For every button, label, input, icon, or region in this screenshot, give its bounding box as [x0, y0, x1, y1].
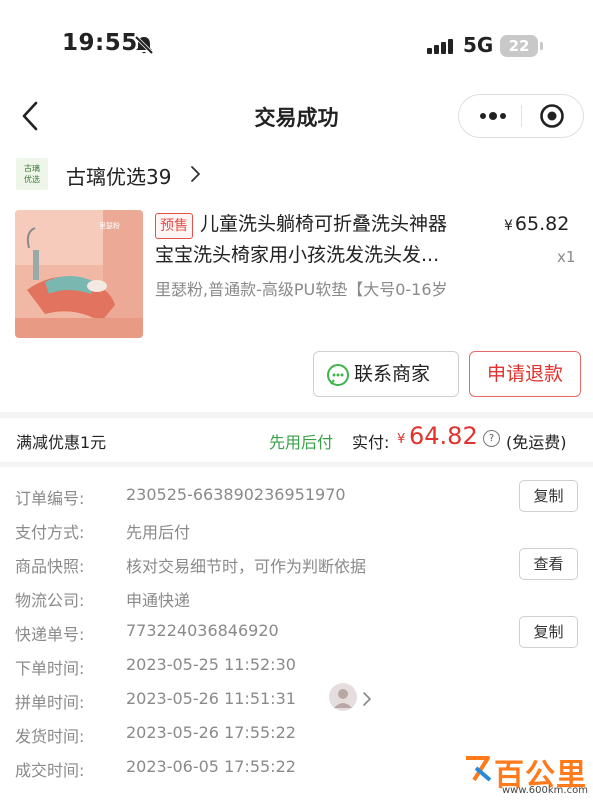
detail-label: 成交时间: [15, 761, 85, 780]
paid-currency: ¥ [397, 432, 406, 447]
detail-label: 物流公司: [15, 591, 85, 610]
back-arrow-icon[interactable] [18, 98, 44, 134]
tracking-number: 773224036846920 [126, 621, 279, 640]
group-time: 2023-05-26 11:51:31 [126, 689, 296, 708]
order-number: 230525-663890236951970 [126, 485, 346, 504]
contact-seller-label: 联系商家 [354, 363, 431, 385]
shipping-note: (免运费) [506, 433, 567, 452]
more-dots-icon[interactable] [473, 101, 515, 131]
product-title-line2[interactable]: 宝宝洗头椅家用小孩洗发洗头发... [155, 241, 439, 270]
logistics-company: 申通快递 [126, 591, 191, 610]
snapshot-note: 核对交易细节时，可作为判断依据 [126, 557, 367, 576]
shop-logo-line2: 优选 [24, 175, 40, 184]
detail-label: 支付方式: [15, 523, 85, 542]
detail-row-order-no: 订单编号: 230525-663890236951970 复制 [0, 479, 593, 513]
detail-label: 快递单号: [15, 625, 85, 644]
nav-bar: 交易成功 [0, 92, 593, 142]
product-title-line1[interactable]: 儿童洗头躺椅可折叠洗头神器 [200, 210, 447, 239]
contact-seller-button[interactable]: 联系商家 [313, 351, 459, 397]
detail-label: 发货时间: [15, 727, 85, 746]
shop-name: 古璃优选39 [66, 165, 172, 189]
detail-row-logistics: 物流公司: 申通快递 [0, 581, 593, 615]
group-member-avatar[interactable] [329, 683, 357, 711]
order-time: 2023-05-25 11:52:30 [126, 655, 296, 674]
deal-time: 2023-06-05 17:55:22 [126, 757, 296, 776]
wechat-chat-icon [327, 364, 349, 386]
product-price: ¥65.82 [504, 213, 569, 235]
product-card: 古璃 优选 古璃优选39 里瑟粉 预售 儿童洗头躺椅可折叠洗头神器 宝宝洗头椅家… [0, 142, 593, 412]
shop-link[interactable]: 古璃 优选 古璃优选39 [16, 158, 316, 190]
close-target-icon[interactable] [535, 101, 569, 131]
presale-badge: 预售 [155, 213, 193, 239]
detail-row-tracking: 快递单号: 773224036846920 复制 [0, 615, 593, 649]
detail-row-pay-method: 支付方式: 先用后付 [0, 513, 593, 547]
price-currency: ¥ [504, 218, 513, 234]
network-type: 5G [463, 33, 494, 57]
paid-label: 实付: [352, 433, 390, 452]
product-spec: 里瑟粉,普通款-高级PU软垫【大号0-16岁 [155, 280, 448, 299]
detail-row-group-time: 拼单时间: 2023-05-26 11:51:31 [0, 683, 593, 717]
detail-label: 订单编号: [15, 489, 85, 508]
watermark-mark-icon [466, 756, 492, 782]
ship-time: 2023-05-26 17:55:22 [126, 723, 296, 742]
request-refund-button[interactable]: 申请退款 [469, 351, 581, 397]
product-image-label: 里瑟粉 [99, 221, 120, 230]
detail-row-order-time: 下单时间: 2023-05-25 11:52:30 [0, 649, 593, 683]
shop-logo-line1: 古璃 [24, 164, 40, 173]
pay-later-label: 先用后付 [269, 433, 334, 452]
discount-text: 满减优惠1元 [16, 433, 107, 452]
detail-row-snapshot: 商品快照: 核对交易细节时，可作为判断依据 查看 [0, 547, 593, 581]
payment-method: 先用后付 [126, 523, 191, 542]
price-value: 65.82 [514, 213, 570, 235]
detail-label: 商品快照: [15, 557, 85, 576]
chevron-right-icon[interactable] [362, 691, 372, 707]
product-image[interactable]: 里瑟粉 [15, 210, 143, 338]
copy-order-number-button[interactable]: 复制 [519, 480, 578, 512]
paid-amount: 64.82 [409, 422, 478, 450]
product-quantity: x1 [557, 248, 576, 266]
status-bar: 19:55 5G 22 [0, 0, 593, 92]
shop-logo: 古璃 优选 [16, 158, 48, 190]
mini-program-capsule [458, 94, 584, 138]
bell-muted-icon [134, 35, 154, 55]
detail-label: 下单时间: [15, 659, 85, 678]
status-time: 19:55 [62, 30, 138, 56]
copy-tracking-button[interactable]: 复制 [519, 616, 578, 648]
payment-summary: 满减优惠1元 先用后付 实付: ¥ 64.82 ? (免运费) [0, 418, 593, 462]
watermark-url: www.600km.com [502, 785, 588, 796]
detail-row-ship-time: 发货时间: 2023-05-26 17:55:22 [0, 717, 593, 751]
help-icon[interactable]: ? [483, 430, 500, 447]
view-snapshot-button[interactable]: 查看 [519, 548, 578, 580]
battery-nub [540, 42, 543, 50]
signal-icon [427, 39, 453, 54]
capsule-divider [521, 105, 522, 127]
detail-label: 拼单时间: [15, 693, 85, 712]
watermark-logo: 百公里 www.600km.com [462, 748, 592, 800]
chevron-right-icon [191, 166, 200, 182]
battery-icon: 22 [500, 35, 538, 57]
